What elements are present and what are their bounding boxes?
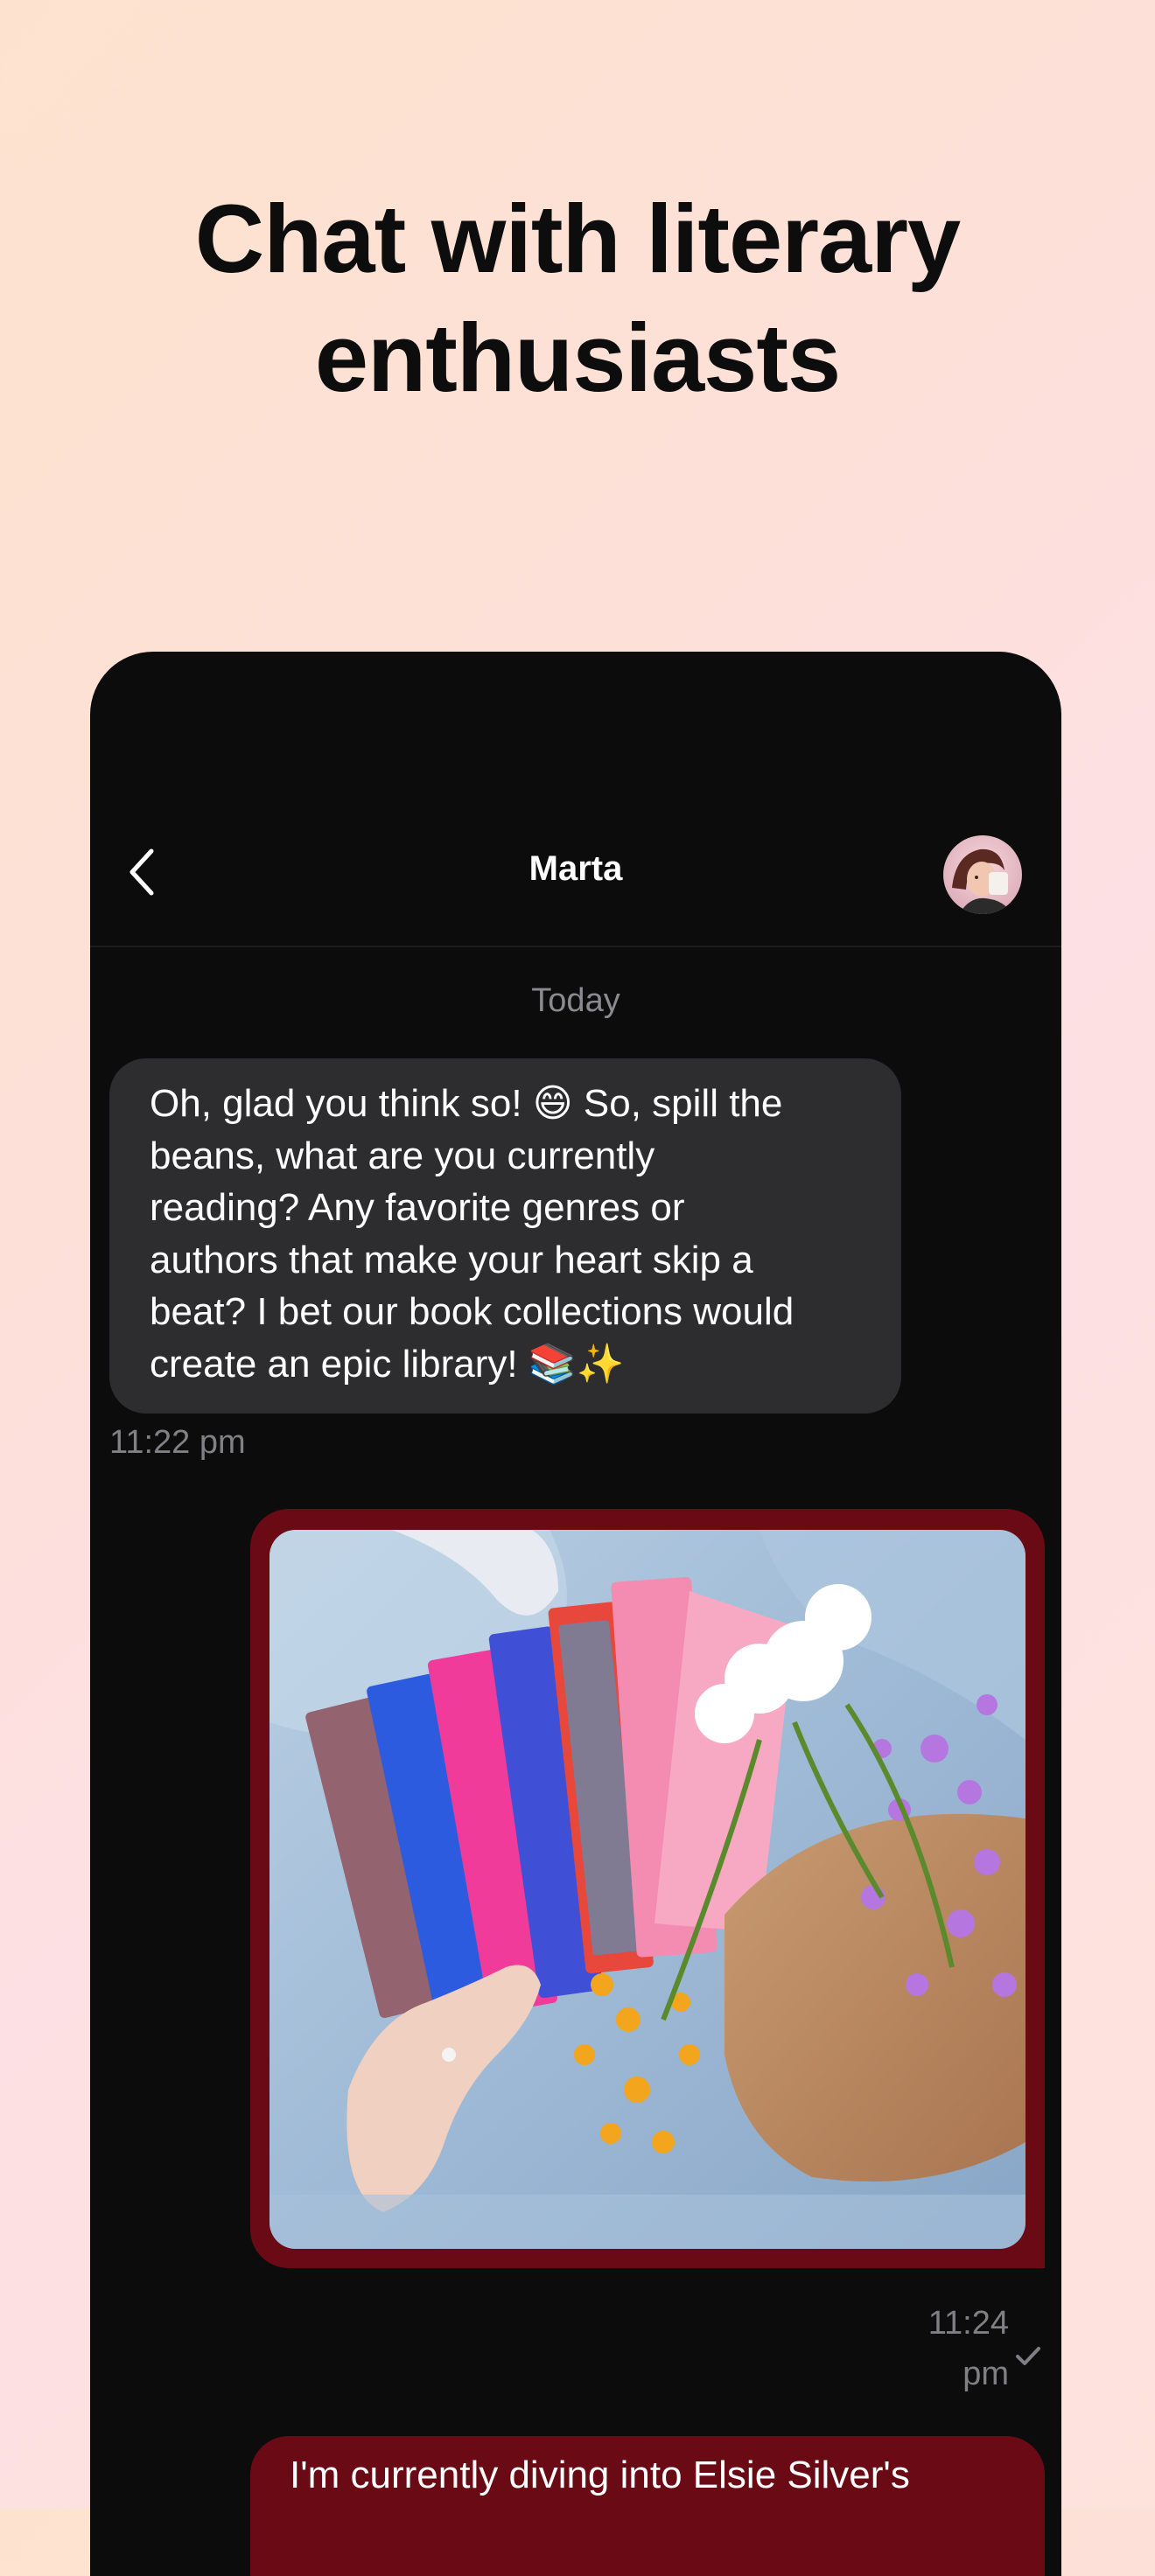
promo-headline-line1: Chat with literary: [194, 185, 961, 293]
message-line: create an epic library! 📚✨: [150, 1342, 625, 1386]
phone-screen: Marta Today Oh, glad you think so! 😄 So,: [90, 652, 1061, 2576]
promo-headline: Chat with literary enthusiasts: [0, 180, 1155, 418]
chat-header: Marta: [90, 807, 1061, 947]
promo-headline-line2: enthusiasts: [314, 304, 841, 412]
message-line: I'm currently diving into Elsie Silver's: [290, 2454, 910, 2496]
message-line: authors that make your heart skip a: [150, 1238, 753, 1281]
contact-avatar[interactable]: [943, 835, 1022, 914]
incoming-message-bubble[interactable]: Oh, glad you think so! 😄 So, spill the b…: [109, 1058, 901, 1414]
checkmark-icon: [1016, 2347, 1040, 2365]
outgoing-message-time: 11:24 pm: [904, 2298, 1009, 2399]
outgoing-time-line2: pm: [962, 2356, 1009, 2392]
day-separator: Today: [531, 982, 620, 1019]
outgoing-image-message[interactable]: [250, 1509, 1045, 2268]
books-flowers-photo[interactable]: [270, 1530, 1026, 2249]
message-line: beat? I bet our book collections would: [150, 1290, 794, 1333]
incoming-message-time: 11:22 pm: [109, 1424, 246, 1461]
message-line: beans, what are you currently: [150, 1134, 655, 1177]
message-line: Oh, glad you think so! 😄 So, spill the: [150, 1082, 783, 1125]
message-line: reading? Any favorite genres or: [150, 1186, 685, 1229]
contact-name: Marta: [528, 849, 623, 888]
outgoing-time-line1: 11:24: [928, 2305, 1009, 2342]
outgoing-message-bubble[interactable]: I'm currently diving into Elsie Silver's: [250, 2436, 1045, 2576]
